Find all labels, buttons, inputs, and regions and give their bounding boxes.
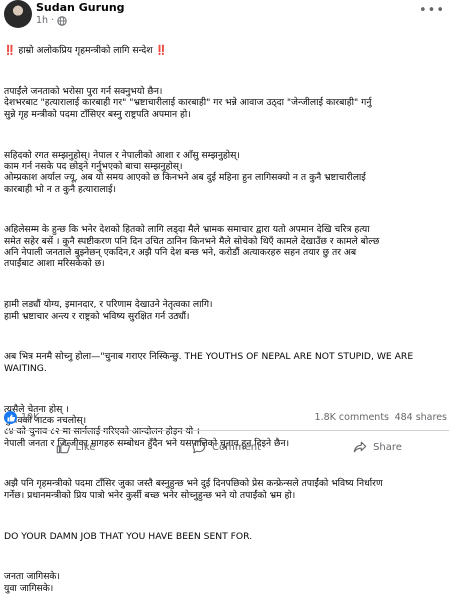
- paragraph-7: अझै पनि गृहमन्त्रीको पदमा टाँसिर जुका जस…: [4, 478, 383, 501]
- divider: [4, 430, 449, 431]
- action-bar: Like Comment Share: [0, 433, 453, 461]
- meta-separator: ·: [51, 15, 55, 26]
- paragraph-2: सहिदको रगत सम्झनुहोस्। नेपाल र नेपालीको …: [4, 149, 366, 195]
- share-arrow-icon: [353, 440, 367, 454]
- post-meta: 1h ·: [36, 15, 67, 26]
- post-time[interactable]: 1h: [36, 15, 48, 26]
- double-exclamation-icon-end: ‼️: [155, 45, 167, 57]
- comment-label: Comment: [212, 441, 261, 453]
- comment-button[interactable]: Comment: [151, 433, 302, 461]
- facebook-post: Sudan Gurung 1h · ••• ‼️ हाम्रो अलोकप्रि…: [0, 0, 453, 594]
- share-label: Share: [373, 441, 402, 453]
- post-header: Sudan Gurung 1h · •••: [0, 0, 453, 34]
- paragraph-9: जनता जागिसके। युवा जागिसके।: [4, 571, 60, 594]
- like-button[interactable]: Like: [0, 433, 151, 461]
- double-exclamation-icon: ‼️: [4, 45, 16, 57]
- comment-count[interactable]: 1.8K comments: [315, 412, 389, 423]
- post-title-text: हाम्रो अलोकप्रिय गृहमन्त्रीको लागि सन्दे…: [15, 45, 156, 57]
- like-label: Like: [75, 441, 96, 453]
- share-button[interactable]: Share: [302, 433, 453, 461]
- paragraph-1: तपाईंले जनताको भरोसा पुरा गर्न सक्नुभयो …: [4, 86, 372, 120]
- author-name[interactable]: Sudan Gurung: [36, 1, 125, 14]
- reaction-bar: 10K 1.8K comments 484 shares: [4, 410, 449, 426]
- paragraph-5: अब भित्र मनमै सोच्नु होला—"चुनाब गराएर न…: [4, 351, 414, 374]
- post-body: ‼️ हाम्रो अलोकप्रिय गृहमन्त्रीको लागि सन…: [4, 34, 447, 605]
- more-options-button[interactable]: •••: [419, 3, 445, 18]
- thumbs-up-icon: [56, 440, 70, 454]
- paragraph-4: हामी लड्यौं योग्य, इमानदार, र परिणाम देख…: [4, 299, 213, 322]
- paragraph-3: अहिलेसम्म के हुन्छ कि भनेर देशको हितको ल…: [4, 224, 380, 270]
- paragraph-8: DO YOUR DAMN JOB THAT YOU HAVE BEEN SENT…: [4, 530, 253, 542]
- reaction-count[interactable]: 10K: [21, 412, 39, 423]
- comment-bubble-icon: [192, 440, 206, 454]
- avatar[interactable]: [4, 0, 32, 28]
- post-title: ‼️ हाम्रो अलोकप्रिय गृहमन्त्रीको लागि सन…: [4, 45, 447, 56]
- like-reaction-icon[interactable]: [4, 411, 17, 424]
- globe-icon: [57, 15, 67, 26]
- share-count[interactable]: 484 shares: [395, 412, 447, 423]
